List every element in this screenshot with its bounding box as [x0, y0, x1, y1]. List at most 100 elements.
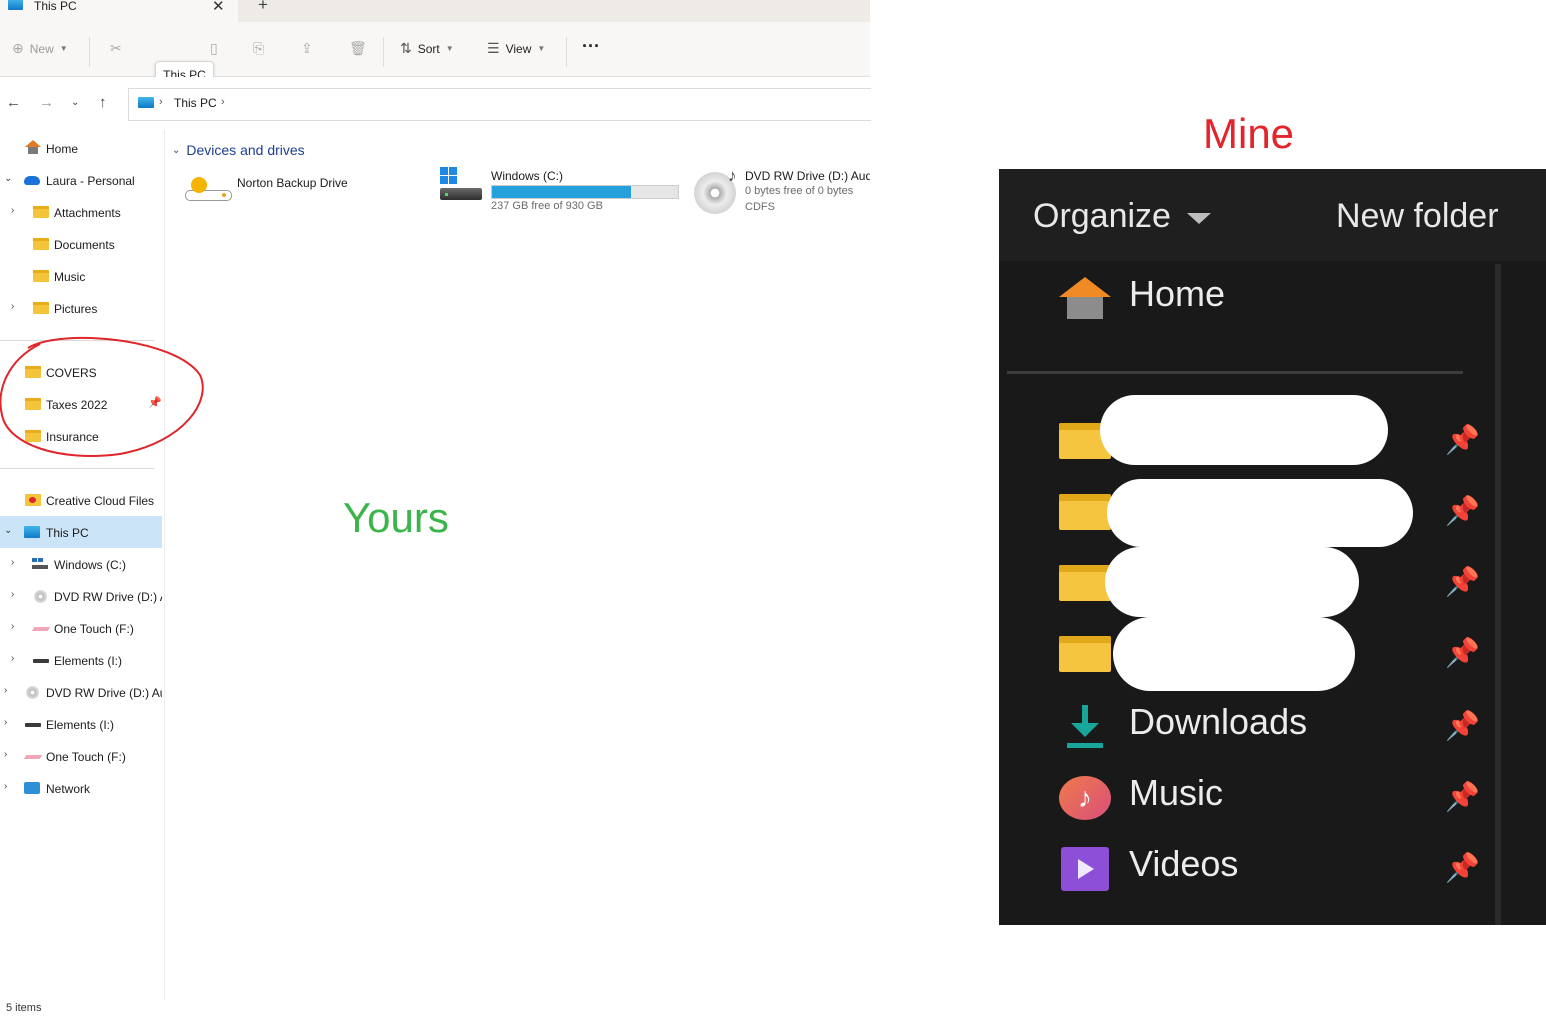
pin-icon[interactable]: 📌 — [1445, 423, 1480, 456]
toolbar-divider — [383, 37, 384, 67]
nav-item-creative-cloud[interactable]: Creative Cloud Files — [0, 484, 162, 516]
nav-item-taxes-2022[interactable]: Taxes 2022 📌 — [0, 388, 162, 420]
hard-drive-icon — [440, 188, 482, 200]
nav-item-home[interactable]: Home — [0, 132, 162, 164]
pin-icon[interactable]: 📌 — [1445, 780, 1480, 813]
onedrive-cloud-icon — [24, 176, 40, 185]
more-options-button[interactable]: ··· — [582, 36, 600, 57]
pin-icon[interactable]: 📌 — [1445, 851, 1480, 884]
scrollbar[interactable] — [1495, 264, 1501, 925]
up-arrow-icon[interactable]: ↑ — [99, 94, 107, 111]
share-button[interactable]: ⇪ — [301, 40, 313, 57]
new-folder-button[interactable]: New folder — [1336, 197, 1499, 236]
redaction-scribble — [1107, 479, 1413, 547]
nav-item-music[interactable]: Music — [0, 260, 162, 292]
recent-locations-chevron-icon[interactable]: ⌄ — [71, 97, 79, 108]
arrow-head — [1071, 723, 1099, 737]
chevron-right-icon[interactable]: › — [11, 205, 14, 216]
nav-item-pictures[interactable]: › Pictures — [0, 292, 162, 324]
chevron-right-icon[interactable]: › — [159, 96, 163, 108]
explorer-window: This PC ✕ + ⊕ New ▼ ✂ ▯ ⎘ ⇪ 🗑 ⇅ Sort ▼ ☰… — [0, 0, 871, 1018]
chevron-right-icon[interactable]: › — [11, 557, 14, 568]
folder-icon — [25, 366, 41, 378]
close-tab-icon[interactable]: ✕ — [212, 0, 225, 15]
external-drive-icon — [31, 627, 51, 631]
dark-nav-videos[interactable]: Videos 📌 — [999, 837, 1489, 901]
chevron-right-icon[interactable]: › — [4, 749, 7, 760]
nav-item-network[interactable]: › Network — [0, 772, 162, 804]
nav-item-elements-i-root[interactable]: › Elements (I:) — [0, 708, 162, 740]
pin-icon[interactable]: 📌 — [148, 396, 162, 409]
roof — [1059, 277, 1111, 297]
chevron-right-icon[interactable]: › — [11, 621, 14, 632]
paste-button[interactable]: ▯ — [210, 40, 218, 57]
walls — [1067, 297, 1103, 319]
drive-tile-dvd-d[interactable]: ♪ DVD RW Drive (D:) Audi 0 bytes free of… — [165, 130, 870, 214]
view-list-icon: ☰ — [487, 40, 500, 56]
navigation-pane: Home ⌄ Laura - Personal › Attachments Do… — [0, 130, 163, 1000]
pin-icon[interactable]: 📌 — [1445, 636, 1480, 669]
nav-item-one-touch-f[interactable]: › One Touch (F:) — [0, 612, 162, 644]
breadcrumb-this-pc[interactable]: This PC — [174, 96, 217, 110]
rename-button[interactable]: ⎘ — [253, 40, 264, 57]
back-arrow-icon[interactable]: ← — [6, 94, 21, 111]
folder-icon — [1059, 565, 1111, 601]
dark-nav-home[interactable]: Home — [999, 267, 1489, 331]
home-icon — [25, 140, 41, 154]
pin-icon[interactable]: 📌 — [1445, 494, 1480, 527]
sort-button[interactable]: ⇅ Sort ▼ — [400, 40, 454, 57]
this-pc-icon — [138, 97, 154, 108]
redaction-scribble — [1100, 395, 1388, 465]
chevron-down-icon[interactable]: ⌄ — [4, 525, 12, 536]
chevron-right-icon[interactable]: › — [11, 301, 14, 312]
nav-label: Pictures — [54, 302, 98, 316]
nav-item-elements-i[interactable]: › Elements (I:) — [0, 644, 162, 676]
nav-item-documents[interactable]: Documents — [0, 228, 162, 260]
nav-item-onedrive[interactable]: ⌄ Laura - Personal — [0, 164, 162, 196]
pin-icon[interactable]: 📌 — [1445, 565, 1480, 598]
dark-nav-downloads[interactable]: Downloads 📌 — [999, 695, 1489, 759]
dark-nav-label: Music — [1129, 772, 1224, 813]
chevron-right-icon[interactable]: › — [4, 717, 7, 728]
folder-icon — [1059, 494, 1111, 530]
pin-icon[interactable]: 📌 — [1445, 709, 1480, 742]
chevron-down-icon[interactable]: ⌄ — [4, 173, 12, 184]
external-drive-icon — [33, 659, 49, 663]
nav-item-insurance[interactable]: Insurance — [0, 420, 162, 452]
chevron-down-icon: ▼ — [537, 44, 546, 53]
chevron-right-icon[interactable]: › — [11, 653, 14, 664]
new-button[interactable]: ⊕ New ▼ — [12, 40, 68, 57]
nav-item-covers[interactable]: COVERS — [0, 356, 162, 388]
new-tab-icon[interactable]: + — [258, 0, 268, 15]
forward-arrow-icon[interactable]: → — [39, 94, 54, 111]
cut-button[interactable]: ✂ — [110, 40, 122, 57]
nav-label: Network — [46, 782, 91, 796]
nav-label: Elements (I:) — [54, 654, 123, 668]
nav-item-dvd-d[interactable]: › DVD RW Drive (D:) A — [0, 580, 162, 612]
drive-usage-bar — [491, 185, 679, 199]
view-button[interactable]: ☰ View ▼ — [487, 40, 545, 57]
nav-item-this-pc[interactable]: ⌄ This PC — [0, 516, 162, 548]
chevron-right-icon[interactable]: › — [221, 96, 225, 108]
download-glyph — [1067, 705, 1103, 749]
view-label: View — [505, 41, 532, 56]
delete-button[interactable]: 🗑 — [349, 40, 367, 57]
nav-item-attachments[interactable]: › Attachments — [0, 196, 162, 228]
dvd-drive-icon — [34, 590, 47, 603]
video-icon — [1059, 847, 1111, 891]
nav-item-dvd-d-root[interactable]: › DVD RW Drive (D:) Au — [0, 676, 162, 708]
music-icon: ♪ — [1059, 776, 1111, 820]
nav-label: DVD RW Drive (D:) Au — [46, 686, 162, 700]
chevron-right-icon[interactable]: › — [4, 781, 7, 792]
external-drive-icon — [23, 755, 43, 759]
nav-item-one-touch-f-root[interactable]: › One Touch (F:) — [0, 740, 162, 772]
folder-icon — [33, 238, 49, 250]
tab-this-pc[interactable]: This PC ✕ — [0, 0, 238, 22]
nav-item-windows-c[interactable]: › Windows (C:) — [0, 548, 162, 580]
chevron-right-icon[interactable]: › — [11, 589, 14, 600]
address-bar[interactable]: › This PC › — [128, 88, 871, 121]
dark-nav-music[interactable]: ♪ Music 📌 — [999, 766, 1489, 830]
chevron-right-icon[interactable]: › — [4, 685, 7, 696]
nav-label: Creative Cloud Files — [46, 494, 155, 508]
organize-button[interactable]: Organize — [1033, 197, 1211, 236]
